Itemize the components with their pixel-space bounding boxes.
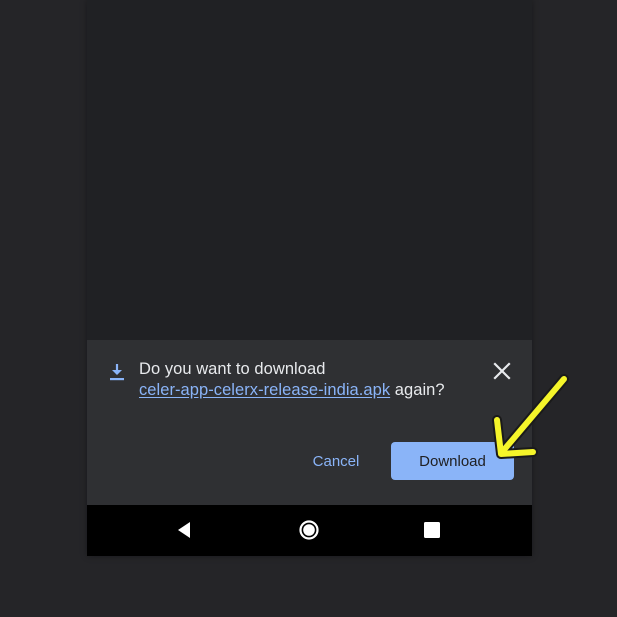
phone-screen: Do you want to download celer-app-celerx… [87,0,532,556]
recents-icon [424,522,440,538]
close-icon [493,362,511,380]
home-button[interactable] [297,518,321,542]
download-prompt-sheet: Do you want to download celer-app-celerx… [87,340,532,505]
home-icon [299,520,319,540]
back-button[interactable] [173,518,197,542]
back-icon [178,522,190,538]
screen: Do you want to download celer-app-celerx… [0,0,617,617]
navigation-bar [87,505,532,556]
close-button[interactable] [487,356,517,386]
browser-content-area[interactable] [87,0,532,340]
message-suffix: again? [390,381,445,399]
download-icon [107,362,127,382]
file-name-link[interactable]: celer-app-celerx-release-india.apk [139,381,390,399]
message-prefix: Do you want to download [139,360,326,378]
download-button[interactable]: Download [391,442,514,480]
cancel-button[interactable]: Cancel [297,442,375,480]
recents-button[interactable] [420,518,444,542]
download-message: Do you want to download celer-app-celerx… [139,359,469,401]
